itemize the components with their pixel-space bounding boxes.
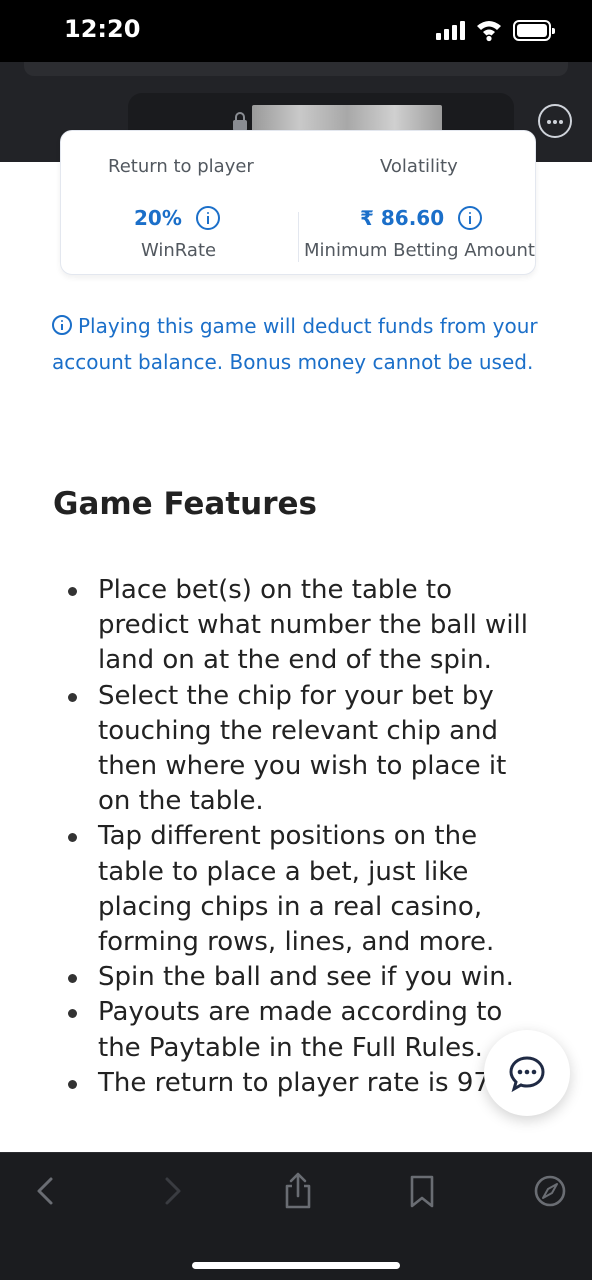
min-bet-label: Minimum Betting Amount bbox=[304, 240, 535, 261]
tab-strip bbox=[24, 62, 568, 76]
volatility-label: Volatility bbox=[380, 156, 458, 177]
winrate-info-icon[interactable] bbox=[195, 206, 220, 230]
section-title-game-features: Game Features bbox=[53, 486, 317, 522]
compass-icon[interactable] bbox=[528, 1169, 572, 1213]
min-bet-info-icon[interactable] bbox=[458, 206, 483, 230]
list-item: Place bet(s) on the table to predict wha… bbox=[66, 573, 546, 679]
lock-icon bbox=[233, 112, 247, 131]
status-bar: 12:20 bbox=[0, 0, 592, 62]
funds-notice: Playing this game will deduct funds from… bbox=[52, 308, 552, 380]
chat-button[interactable] bbox=[484, 1030, 570, 1116]
winrate-value-row: 20% bbox=[134, 206, 220, 230]
min-bet-value-row: ₹ 86.60 bbox=[360, 206, 483, 230]
list-item: Select the chip for your bet by touching… bbox=[66, 679, 546, 820]
list-item: Spin the ball and see if you win. bbox=[66, 960, 546, 995]
battery-icon bbox=[513, 20, 555, 41]
bookmark-icon[interactable] bbox=[400, 1169, 444, 1213]
winrate-label: WinRate bbox=[141, 240, 217, 261]
list-item: Tap different positions on the table to … bbox=[66, 819, 546, 960]
notice-text: Playing this game will deduct funds from… bbox=[52, 314, 538, 374]
stats-divider bbox=[298, 212, 299, 262]
feature-list: Place bet(s) on the table to predict wha… bbox=[66, 573, 546, 1101]
cellular-signal-icon bbox=[436, 20, 466, 40]
list-item: Payouts are made according to the Paytab… bbox=[66, 995, 546, 1065]
share-icon[interactable] bbox=[276, 1169, 320, 1213]
notice-info-icon bbox=[52, 315, 72, 335]
chat-icon bbox=[509, 1056, 545, 1093]
list-item: The return to player rate is 97. bbox=[66, 1066, 546, 1101]
wifi-icon bbox=[477, 21, 501, 42]
chevron-left-icon[interactable] bbox=[24, 1169, 68, 1213]
more-options-button[interactable] bbox=[538, 104, 572, 138]
winrate-value: 20% bbox=[134, 206, 182, 230]
rtp-label: Return to player bbox=[108, 156, 254, 177]
chevron-right-icon[interactable] bbox=[150, 1169, 194, 1213]
home-indicator bbox=[192, 1262, 400, 1269]
status-time: 12:20 bbox=[64, 15, 141, 43]
min-bet-value: ₹ 86.60 bbox=[360, 206, 445, 230]
browser-toolbar bbox=[0, 1152, 592, 1280]
